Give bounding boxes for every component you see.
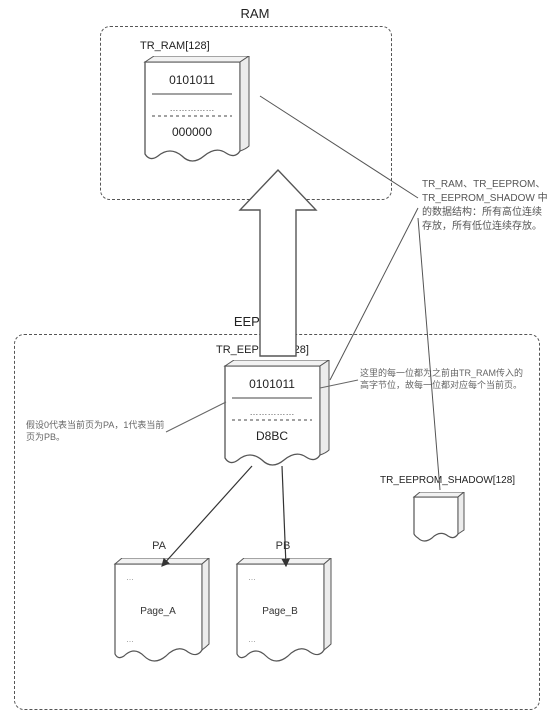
arrow-to-pb (282, 466, 286, 566)
connectors-svg (0, 0, 560, 723)
diagram-stage: RAM TR_RAM[128] 0101011 …………… 000000 EEP… (0, 0, 560, 723)
big-arrow-eeprom-to-ram (240, 170, 316, 356)
connector-midnote-to-eeprom (320, 380, 358, 388)
connector-note-to-shadow (418, 218, 440, 490)
connector-note-to-eeprom (330, 208, 418, 380)
arrow-to-pa (162, 466, 252, 566)
connector-leftnote-to-eeprom (166, 402, 226, 432)
